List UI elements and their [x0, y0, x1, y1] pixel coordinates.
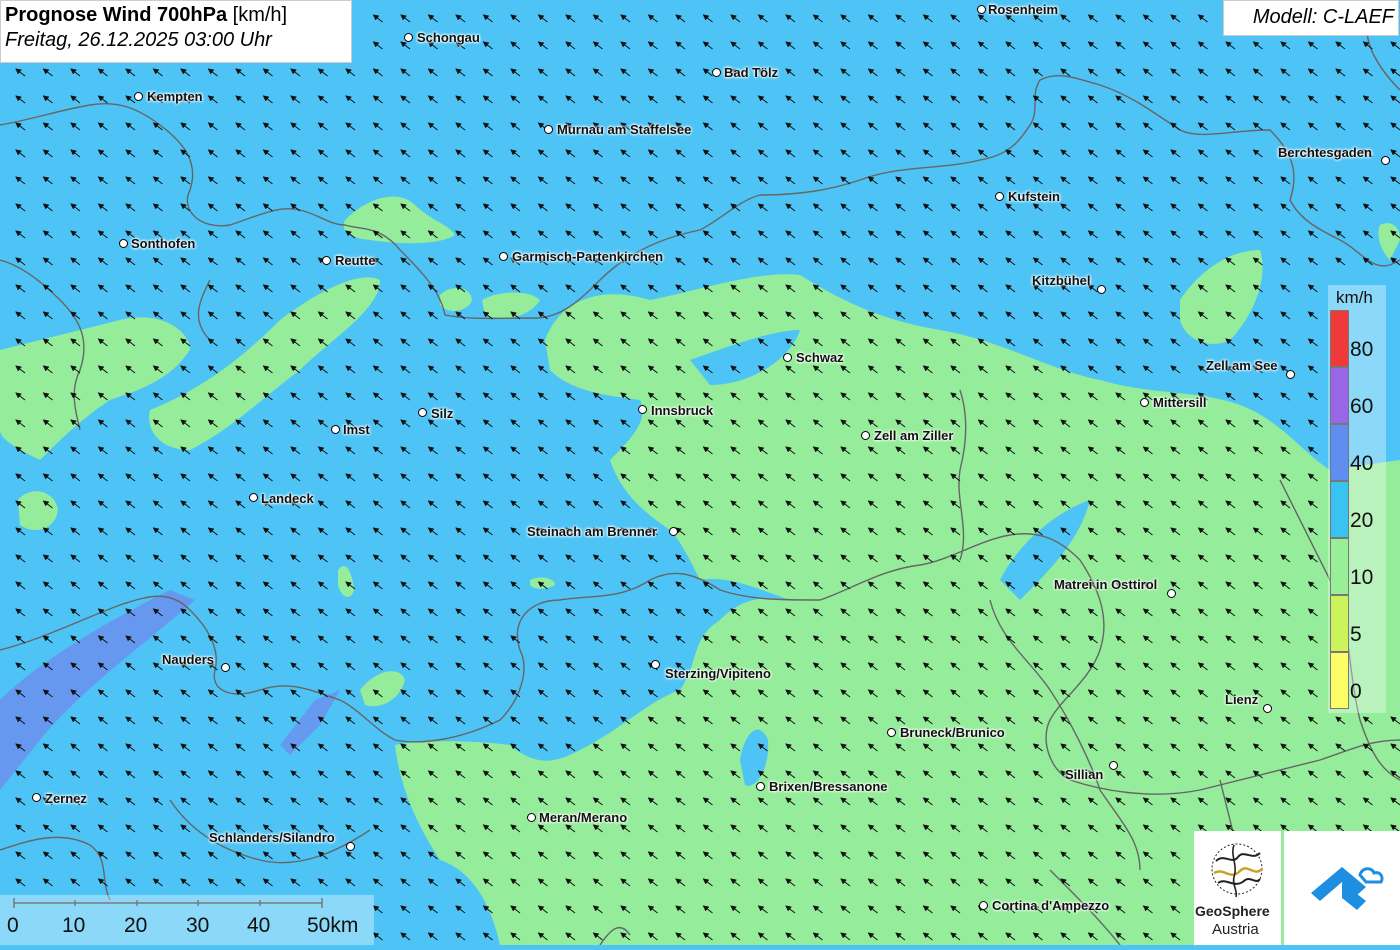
city-marker-reutte: [322, 256, 331, 265]
geosphere-emblem-icon: [1211, 843, 1263, 898]
city-marker-berchtesgaden: [1381, 156, 1390, 165]
city-label-landeck: Landeck: [261, 491, 314, 506]
city-label-berchtesgaden: Berchtesgaden: [1278, 145, 1372, 160]
city-label-imst: Imst: [343, 422, 370, 437]
city-label-nauders: Nauders: [162, 652, 215, 667]
city-label-zell-am-ziller: Zell am Ziller: [874, 428, 954, 443]
legend-label-80: 80: [1350, 338, 1374, 361]
geosphere-logo[interactable]: GeoSphere Austria: [1194, 831, 1281, 945]
map-title: Prognose Wind 700hPa: [5, 4, 228, 26]
city-marker-zell-am-see: [1286, 370, 1295, 379]
wind-map: [0, 0, 1400, 945]
legend-swatch-0: [1330, 652, 1349, 709]
city-label-schwaz: Schwaz: [796, 350, 844, 365]
city-label-schlanders: Schlanders/Silandro: [209, 830, 335, 845]
city-label-steinach: Steinach am Brenner: [527, 524, 658, 539]
city-marker-bad-toelz: [712, 68, 721, 77]
city-marker-meran: [527, 813, 536, 822]
legend-swatch-10: [1330, 538, 1349, 595]
scale-label-10: 10: [62, 914, 86, 937]
city-marker-rosenheim: [977, 5, 986, 14]
city-label-garmisch: Garmisch-Partenkirchen: [512, 249, 664, 264]
title-unit: [km/h]: [232, 4, 288, 26]
geosphere-name: GeoSphere: [1195, 903, 1270, 919]
city-marker-kitzbuehel: [1097, 285, 1106, 294]
forecast-datetime: Freitag, 26.12.2025 03:00 Uhr: [5, 29, 272, 51]
city-label-innsbruck: Innsbruck: [651, 403, 714, 418]
legend-swatch-20: [1330, 481, 1349, 538]
city-marker-zernez: [32, 793, 41, 802]
scale-label-0: 0: [7, 914, 19, 937]
city-marker-sterzing: [651, 660, 660, 669]
city-label-murnau: Murnau am Staffelsee: [557, 122, 692, 137]
city-marker-sonthofen: [119, 239, 128, 248]
city-marker-lienz: [1263, 704, 1272, 713]
legend-label-60: 60: [1350, 395, 1374, 418]
city-label-sterzing: Sterzing/Vipiteno: [665, 666, 771, 681]
city-marker-schwaz: [783, 353, 792, 362]
city-marker-schlanders: [346, 842, 355, 851]
legend-swatch-80: [1330, 310, 1349, 367]
city-marker-schongau: [404, 33, 413, 42]
city-label-reutte: Reutte: [335, 253, 376, 268]
city-label-brixen: Brixen/Bressanone: [769, 779, 888, 794]
city-marker-matrei: [1167, 589, 1176, 598]
city-marker-zell-am-ziller: [861, 431, 870, 440]
city-marker-imst: [331, 425, 340, 434]
legend-label-0: 0: [1350, 680, 1362, 703]
city-marker-murnau: [544, 125, 553, 134]
city-label-matrei: Matrei in Osttirol: [1054, 577, 1158, 592]
legend-swatch-5: [1330, 595, 1349, 652]
city-marker-innsbruck: [638, 405, 647, 414]
city-label-bad-toelz: Bad Tölz: [724, 65, 779, 80]
color-legend: km/h 80 60 40 20 10 5 0: [1328, 285, 1386, 713]
city-marker-kempten: [134, 92, 143, 101]
city-label-kempten: Kempten: [147, 89, 203, 104]
city-marker-nauders: [221, 663, 230, 672]
city-label-lienz: Lienz: [1225, 692, 1259, 707]
city-marker-brixen: [756, 782, 765, 791]
city-label-rosenheim: Rosenheim: [988, 2, 1059, 17]
city-marker-steinach: [669, 527, 678, 536]
city-marker-kufstein: [995, 192, 1004, 201]
scale-label-50km: 50km: [307, 914, 359, 937]
cloud-arrow-icon: [1311, 867, 1384, 910]
city-label-kitzbuehel: Kitzbühel: [1032, 273, 1091, 288]
legend-label-20: 20: [1350, 509, 1374, 532]
city-label-meran: Meran/Merano: [539, 810, 628, 825]
legend-swatch-60: [1330, 367, 1349, 424]
city-label-zell-am-see: Zell am See: [1206, 358, 1278, 373]
city-label-mittersill: Mittersill: [1153, 395, 1207, 410]
city-marker-bruneck: [887, 728, 896, 737]
city-label-sonthofen: Sonthofen: [131, 236, 196, 251]
legend-label-40: 40: [1350, 452, 1374, 475]
city-label-schongau: Schongau: [417, 30, 480, 45]
legend-label-5: 5: [1350, 623, 1362, 646]
city-label-bruneck: Bruneck/Brunico: [900, 725, 1005, 740]
city-label-silz: Silz: [431, 406, 454, 421]
geosphere-sub: Austria: [1212, 921, 1259, 938]
city-marker-cortina: [979, 901, 988, 910]
scale-label-20: 20: [124, 914, 148, 937]
scale-label-40: 40: [247, 914, 271, 937]
city-marker-sillian: [1109, 761, 1118, 770]
app-logo[interactable]: [1284, 831, 1400, 945]
city-marker-mittersill: [1140, 398, 1149, 407]
scale-label-30: 30: [186, 914, 210, 937]
legend-swatch-40: [1330, 424, 1349, 481]
city-marker-silz: [418, 408, 427, 417]
legend-label-10: 10: [1350, 566, 1374, 589]
city-label-kufstein: Kufstein: [1008, 189, 1060, 204]
scalebar: 0 10 20 30 40 50km: [0, 895, 374, 945]
city-label-cortina: Cortina d'Ampezzo: [992, 898, 1110, 913]
city-marker-garmisch: [499, 252, 508, 261]
model-label: Modell: C-LAEF: [1223, 0, 1399, 36]
city-label-zernez: Zernez: [45, 791, 87, 806]
city-marker-landeck: [249, 493, 258, 502]
title-box: Prognose Wind 700hPa [km/h] Freitag, 26.…: [0, 0, 352, 63]
legend-unit: km/h: [1336, 288, 1373, 307]
city-label-sillian: Sillian: [1065, 767, 1104, 782]
